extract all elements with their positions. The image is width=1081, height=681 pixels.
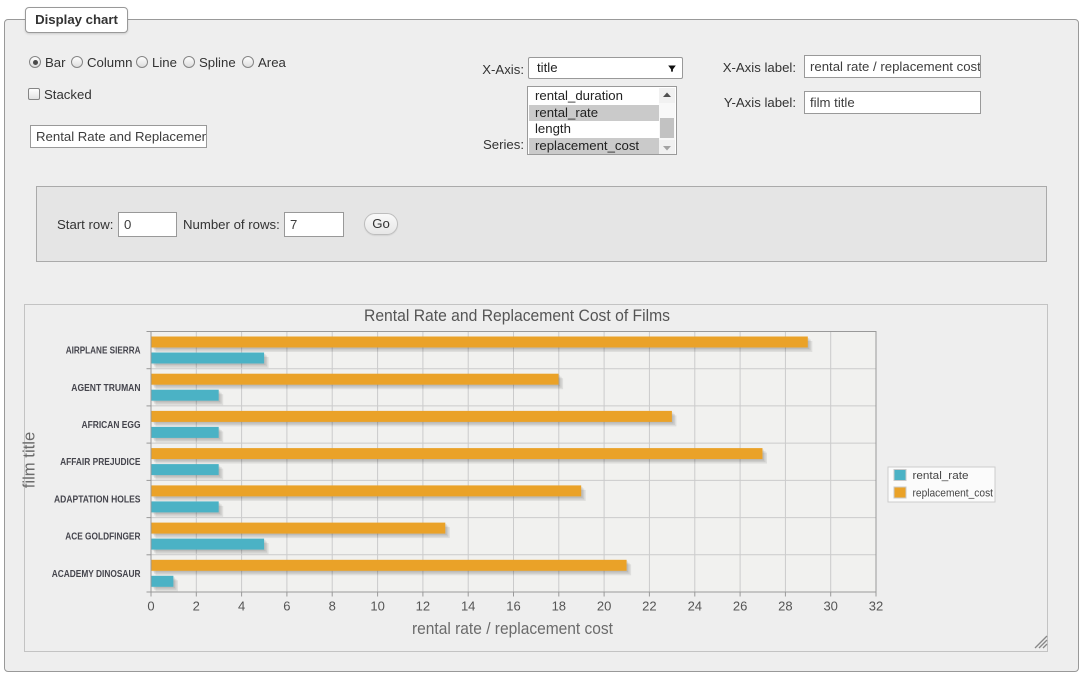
svg-text:14: 14 — [461, 599, 475, 614]
svg-text:16: 16 — [506, 599, 520, 614]
svg-text:rental_rate: rental_rate — [913, 470, 969, 482]
svg-text:20: 20 — [597, 599, 611, 614]
svg-text:0: 0 — [147, 599, 154, 614]
svg-text:32: 32 — [869, 599, 883, 614]
svg-text:AFFAIR PREJUDICE: AFFAIR PREJUDICE — [60, 457, 141, 468]
svg-text:replacement_cost: replacement_cost — [913, 488, 994, 500]
svg-text:ADAPTATION HOLES: ADAPTATION HOLES — [54, 495, 141, 506]
svg-text:rental rate / replacement cost: rental rate / replacement cost — [412, 619, 613, 638]
svg-text:AIRPLANE SIERRA: AIRPLANE SIERRA — [66, 346, 141, 357]
svg-text:4: 4 — [238, 599, 245, 614]
svg-text:26: 26 — [733, 599, 747, 614]
svg-text:film title: film title — [21, 432, 39, 489]
svg-text:6: 6 — [283, 599, 290, 614]
svg-text:2: 2 — [193, 599, 200, 614]
svg-text:24: 24 — [688, 599, 702, 614]
svg-text:18: 18 — [552, 599, 566, 614]
svg-text:ACE GOLDFINGER: ACE GOLDFINGER — [65, 532, 141, 543]
svg-text:ACADEMY DINOSAUR: ACADEMY DINOSAUR — [52, 569, 141, 580]
svg-text:8: 8 — [329, 599, 336, 614]
svg-text:12: 12 — [416, 599, 430, 614]
svg-text:AGENT TRUMAN: AGENT TRUMAN — [71, 383, 140, 394]
svg-text:22: 22 — [642, 599, 656, 614]
svg-text:30: 30 — [823, 599, 837, 614]
svg-text:28: 28 — [778, 599, 792, 614]
svg-text:10: 10 — [370, 599, 384, 614]
svg-text:AFRICAN EGG: AFRICAN EGG — [82, 420, 141, 431]
svg-text:Rental Rate and Replacement Co: Rental Rate and Replacement Cost of Film… — [364, 306, 670, 325]
